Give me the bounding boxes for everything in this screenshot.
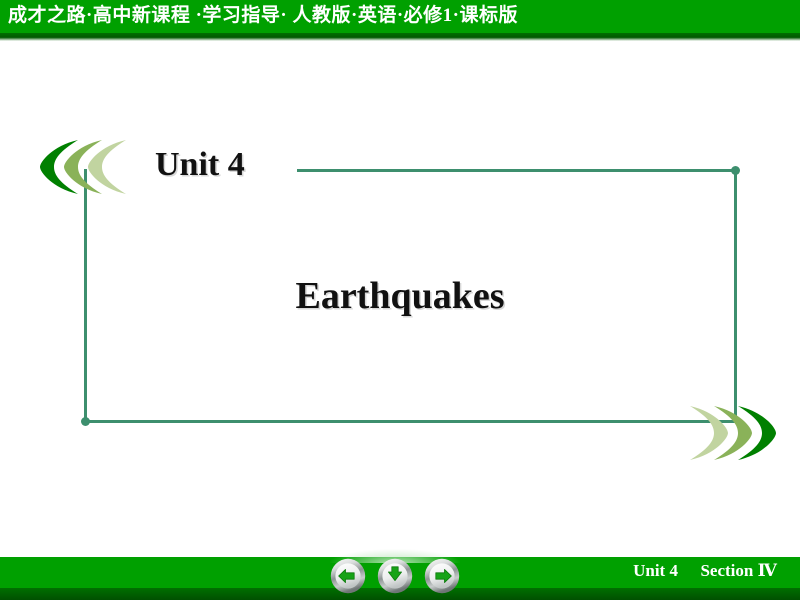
- lesson-title: Earthquakes: [295, 275, 505, 317]
- frame-dot-bottom-left: [81, 417, 90, 426]
- down-button[interactable]: [377, 558, 413, 594]
- previous-button[interactable]: [330, 558, 366, 594]
- header-title: 成才之路·高中新课程 ·学习指导· 人教版·英语·必修1·课标版: [8, 5, 519, 26]
- footer-status: Unit 4 Section Ⅳ: [620, 561, 790, 581]
- chevron-right-3-icon: [734, 404, 778, 462]
- chevron-left-3-icon: [86, 138, 130, 196]
- slide-canvas: 成才之路·高中新课程 ·学习指导· 人教版·英语·必修1·课标版 Unit 4 …: [0, 0, 800, 600]
- footer-unit-label: Unit 4: [633, 561, 678, 580]
- frame-line-top: [297, 169, 737, 172]
- header-bar-shadow: [0, 33, 800, 41]
- navigation-buttons: [330, 558, 460, 596]
- footer-section-label: Section Ⅳ: [700, 561, 777, 580]
- frame-line-bottom: [84, 420, 737, 423]
- frame-dot-top-right: [731, 166, 740, 175]
- unit-title: Unit 4: [155, 146, 245, 183]
- next-button[interactable]: [424, 558, 460, 594]
